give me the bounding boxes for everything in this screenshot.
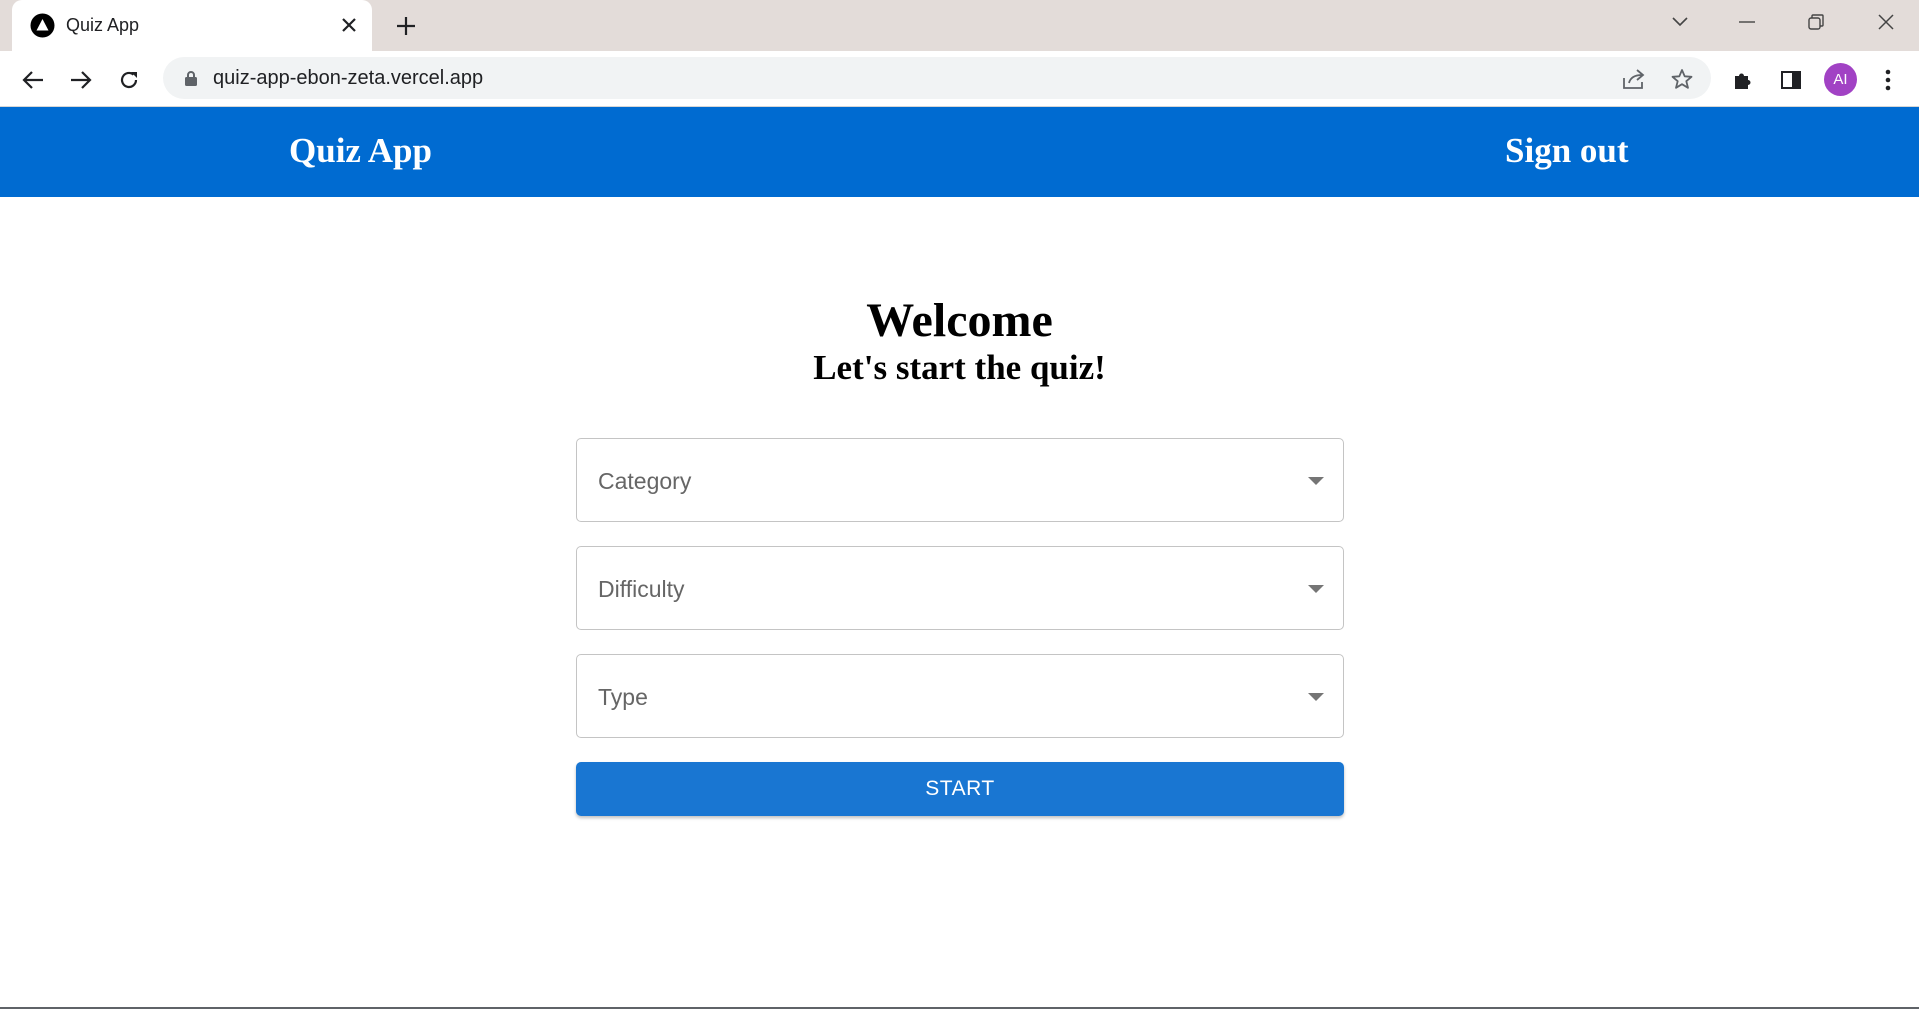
star-icon[interactable] [1669,66,1695,92]
type-select-label: Type [598,684,648,710]
category-select[interactable]: Category [576,438,1344,522]
browser-toolbar: quiz-app-ebon-zeta.vercel.app AI [0,51,1919,107]
category-select-label: Category [598,468,692,494]
close-window-icon[interactable] [1866,8,1906,36]
start-button-label: START [925,777,995,800]
app-header: Quiz App Sign out [0,107,1919,197]
sign-out-link[interactable]: Sign out [1505,129,1629,173]
type-select[interactable]: Type [576,654,1344,738]
reload-icon[interactable] [114,65,144,95]
restore-icon[interactable] [1796,8,1836,36]
tab-search-icon[interactable] [1660,8,1700,36]
share-icon[interactable] [1621,66,1647,92]
profile-avatar[interactable]: AI [1824,63,1857,96]
avatar-initials: AI [1833,71,1848,88]
minimize-icon[interactable] [1727,8,1767,36]
close-icon[interactable] [337,13,361,37]
page-subtitle: Let's start the quiz! [813,348,1106,387]
side-panel-icon[interactable] [1776,65,1806,95]
forward-arrow-icon[interactable] [66,65,96,95]
dropdown-arrow-icon [1308,693,1324,701]
extensions-puzzle-icon[interactable] [1728,65,1758,95]
triangle-logo-icon [30,13,55,38]
dropdown-arrow-icon [1308,477,1324,485]
address-bar[interactable]: quiz-app-ebon-zeta.vercel.app [163,57,1711,99]
more-menu-icon[interactable] [1873,65,1903,95]
back-arrow-icon[interactable] [18,65,48,95]
difficulty-select-label: Difficulty [598,576,685,602]
page-title: Welcome [866,294,1053,347]
url-text[interactable]: quiz-app-ebon-zeta.vercel.app [213,67,483,89]
lock-icon[interactable] [183,70,199,86]
start-button[interactable]: START [576,762,1344,816]
difficulty-select[interactable]: Difficulty [576,546,1344,630]
dropdown-arrow-icon [1308,585,1324,593]
new-tab-button[interactable] [392,12,420,40]
tab-title: Quiz App [66,15,140,35]
brand-title[interactable]: Quiz App [289,129,432,173]
browser-tabstrip: Quiz App [0,0,1919,51]
browser-tab[interactable]: Quiz App [12,0,372,51]
